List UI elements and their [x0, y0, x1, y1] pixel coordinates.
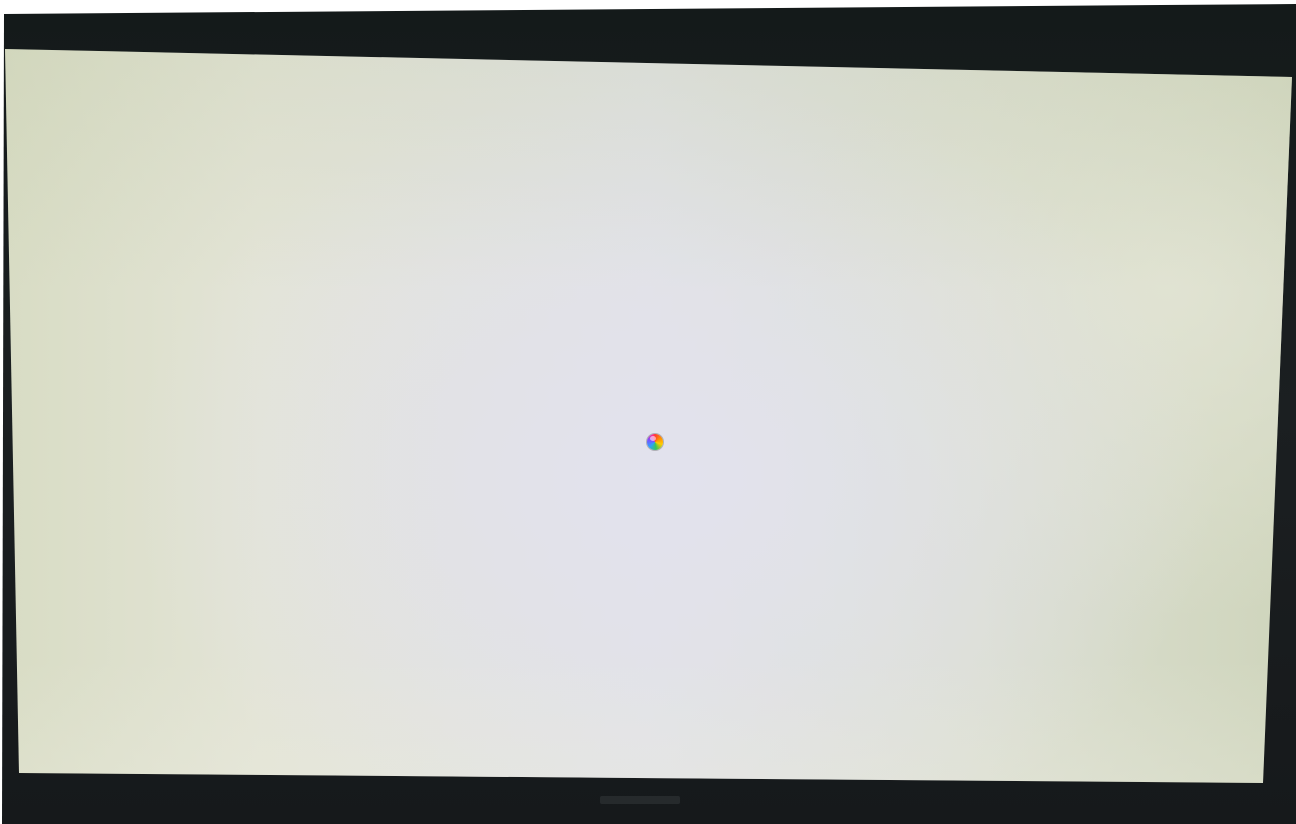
bezel-logo: [600, 796, 680, 804]
photo-frame: [0, 0, 1296, 824]
display-screen: [5, 49, 1292, 783]
spinning-wait-cursor-icon: [647, 434, 663, 450]
